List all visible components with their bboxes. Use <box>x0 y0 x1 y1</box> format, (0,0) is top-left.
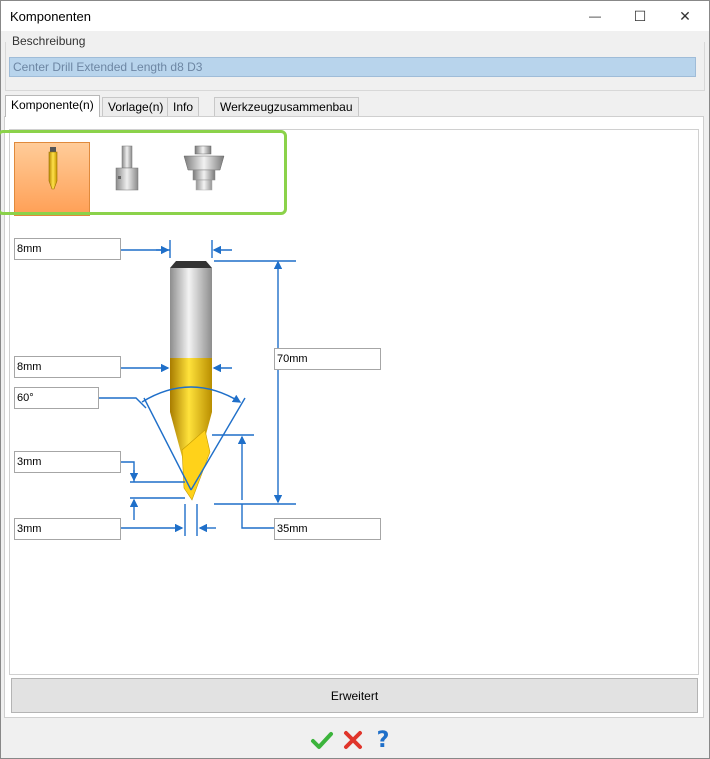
total-length-field[interactable]: 70mm <box>274 348 381 370</box>
cutting-length-field[interactable]: 35mm <box>274 518 381 540</box>
ok-button[interactable] <box>310 728 334 752</box>
top-diameter-field[interactable]: 8mm <box>14 238 121 260</box>
drill-diagram <box>98 240 296 536</box>
cross-icon <box>344 731 362 749</box>
cancel-button[interactable] <box>341 728 365 752</box>
tab-komponenten[interactable]: Komponente(n) <box>5 95 100 117</box>
shank-diameter-field[interactable]: 8mm <box>14 356 121 378</box>
tip-diameter-field[interactable]: 3mm <box>14 518 121 540</box>
advanced-button[interactable]: Erweitert <box>11 678 698 713</box>
tip-length-field[interactable]: 3mm <box>14 451 121 473</box>
angle-field[interactable]: 60° <box>14 387 99 409</box>
checkmark-icon <box>311 732 333 749</box>
help-button[interactable]: ? <box>371 728 395 753</box>
